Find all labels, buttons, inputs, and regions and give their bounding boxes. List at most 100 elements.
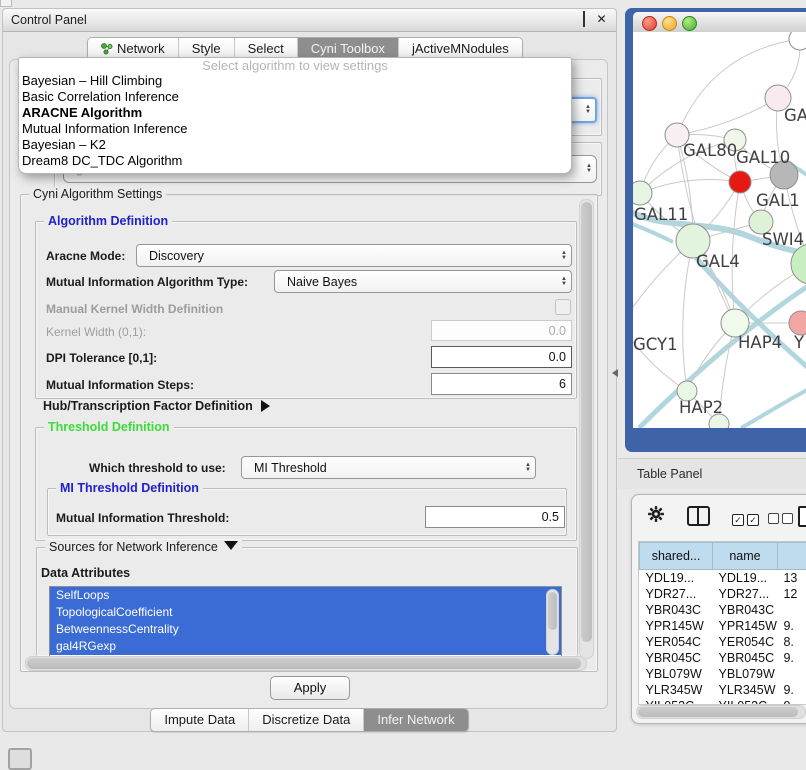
columns-icon[interactable]	[687, 506, 710, 526]
network-node[interactable]	[789, 311, 806, 335]
network-node-label: GAL1	[756, 191, 800, 210]
algorithm-popup-item[interactable]: Bayesian – K2	[19, 137, 571, 153]
sources-toggle[interactable]: Sources for Network Inference	[45, 540, 242, 554]
tab-label: Cyni Toolbox	[311, 41, 385, 56]
aracne-mode-value: Discovery	[149, 249, 204, 263]
expanded-arrow-icon	[224, 541, 238, 550]
settings-vscrollbar[interactable]	[579, 199, 594, 659]
network-node-label: GCY1	[633, 335, 678, 354]
data-attributes-list[interactable]: SelfLoopsTopologicalCoefficientBetweenne…	[49, 586, 562, 658]
algorithm-popup-item[interactable]: Basic Correlation Inference	[19, 89, 571, 105]
algorithm-popup-item[interactable]: Mutual Information Inference	[19, 121, 571, 137]
cyni-settings-title: Cyni Algorithm Settings	[29, 187, 166, 201]
table-cell: YIL052C	[713, 698, 778, 705]
manual-kernel-label: Manual Kernel Width Definition	[46, 302, 223, 316]
table-hscrollbar-thumb[interactable]	[638, 707, 798, 717]
mi-threshold-field[interactable]	[425, 506, 565, 528]
mac-minimize-button[interactable]	[662, 16, 677, 31]
tab-label: Style	[192, 41, 221, 56]
mac-zoom-button[interactable]	[682, 16, 697, 31]
threshold-definition-group: Threshold Definition Which threshold to …	[35, 427, 577, 541]
which-threshold-value: MI Threshold	[254, 461, 327, 475]
which-threshold-combo[interactable]: MI Threshold ▲▼	[241, 456, 536, 479]
table-row[interactable]: YBL079WYBL079W	[640, 666, 806, 682]
close-icon[interactable]: ✕	[595, 13, 608, 26]
attribute-list-item[interactable]: BetweennessCentrality	[50, 621, 561, 638]
manual-kernel-checkbox[interactable]	[555, 299, 571, 315]
table-hscrollbar[interactable]	[636, 705, 806, 719]
algorithm-popup-item[interactable]: Dream8 DC_TDC Algorithm	[19, 153, 571, 169]
table-cell: YDR27...	[640, 586, 713, 602]
minimized-panel-icon[interactable]	[8, 748, 32, 770]
checked-columns-icon[interactable]: ✓✓	[732, 510, 762, 528]
panel-splitter-arrow[interactable]	[612, 369, 618, 377]
spinner-icon: ▲▼	[585, 99, 591, 121]
attribute-list-item[interactable]: SelfLoops	[50, 587, 561, 604]
table-row[interactable]: YIL052CYIL052C9	[640, 698, 806, 705]
bottom-tabbar: Impute Data Discretize Data Infer Network	[3, 708, 616, 732]
table-row[interactable]: YPR145WYPR145W9.	[640, 618, 806, 634]
table-cell: 9.	[777, 618, 806, 634]
table-panel-title: Table Panel	[637, 459, 702, 489]
tab-discretize-data[interactable]: Discretize Data	[248, 709, 363, 731]
table-row[interactable]: YBR043CYBR043C	[640, 602, 806, 618]
network-node[interactable]	[633, 181, 652, 205]
partial-toolbar-icon[interactable]	[798, 506, 806, 527]
unchecked-columns-icon[interactable]	[768, 511, 796, 529]
table-cell: YDL19...	[640, 570, 713, 587]
mi-type-value: Naive Bayes	[287, 275, 357, 289]
network-node-label: GAL	[784, 106, 806, 125]
spinner-icon: ▲▼	[561, 271, 567, 292]
attributes-vscrollbar[interactable]	[546, 589, 559, 655]
mi-type-label: Mutual Information Algorithm Type:	[46, 275, 248, 289]
tab-infer-network[interactable]: Infer Network	[363, 709, 467, 731]
table-row[interactable]: YLR345WYLR345W9.	[640, 682, 806, 698]
algorithm-popup-item[interactable]: Bayesian – Hill Climbing	[19, 73, 571, 89]
gear-icon[interactable]	[647, 505, 665, 528]
dpi-tolerance-label: DPI Tolerance [0,1]:	[46, 351, 157, 365]
popup-header: Select algorithm to view settings	[19, 58, 571, 73]
spinner-icon: ▲▼	[561, 245, 567, 266]
apply-button[interactable]: Apply	[270, 676, 350, 700]
table-row[interactable]: YDR27...YDR27...12	[640, 586, 806, 602]
kernel-width-field[interactable]	[431, 320, 572, 341]
settings-hscrollbar-thumb[interactable]	[27, 658, 581, 669]
float-icon[interactable]	[577, 13, 590, 26]
network-node-label: GAL11	[634, 205, 688, 224]
mi-type-combo[interactable]: Naive Bayes ▲▼	[274, 270, 572, 293]
attributes-vscrollbar-thumb[interactable]	[548, 592, 557, 630]
aracne-mode-label: Aracne Mode:	[46, 249, 125, 263]
mac-close-button[interactable]	[642, 16, 657, 31]
attribute-list-item[interactable]: TopologicalCoefficient	[50, 604, 561, 621]
network-view-titlebar[interactable]	[633, 12, 806, 33]
settings-vscrollbar-thumb[interactable]	[581, 202, 592, 642]
algorithm-popup-item[interactable]: ARACNE Algorithm	[19, 105, 571, 121]
aracne-mode-combo[interactable]: Discovery ▲▼	[136, 244, 572, 267]
network-canvas[interactable]: GALGAL80GAL10GAL1GAL11SWI4GAL4GCY1HAP4YH…	[633, 32, 806, 428]
network-view-window[interactable]: GALGAL80GAL10GAL1GAL11SWI4GAL4GCY1HAP4YH…	[625, 8, 806, 452]
node-table[interactable]: shared...nameYDL19...YDL19...13YDR27...Y…	[638, 541, 806, 705]
mi-steps-field[interactable]	[431, 373, 572, 395]
network-node[interactable]	[789, 32, 806, 50]
table-row[interactable]: YDL19...YDL19...13	[640, 570, 806, 587]
dpi-tolerance-field[interactable]	[431, 346, 572, 368]
hub-section-toggle[interactable]: Hub/Transcription Factor Definition	[43, 399, 270, 413]
mi-threshold-group: MI Threshold Definition Mutual Informati…	[47, 488, 567, 536]
settings-hscrollbar[interactable]	[25, 656, 587, 671]
tab-impute-data[interactable]: Impute Data	[151, 709, 248, 731]
table-column-header[interactable]: name	[713, 543, 778, 570]
table-row[interactable]: YBR045CYBR045C9.	[640, 650, 806, 666]
table-column-header[interactable]: shared...	[640, 543, 713, 570]
tab-label: Infer Network	[377, 712, 454, 727]
window-edge-notch	[0, 0, 12, 7]
table-cell: YLR345W	[713, 682, 778, 698]
network-node[interactable]	[729, 171, 751, 193]
kernel-width-label: Kernel Width (0,1):	[46, 325, 146, 339]
attribute-list-item[interactable]: gal4RGexp	[50, 638, 561, 655]
table-row[interactable]: YER054CYER054C8.	[640, 634, 806, 650]
table-cell	[777, 602, 806, 618]
network-tab-icon	[101, 42, 113, 55]
tab-label: Discretize Data	[262, 712, 350, 727]
mi-threshold-group-title: MI Threshold Definition	[56, 481, 203, 495]
table-column-header[interactable]	[777, 543, 806, 570]
